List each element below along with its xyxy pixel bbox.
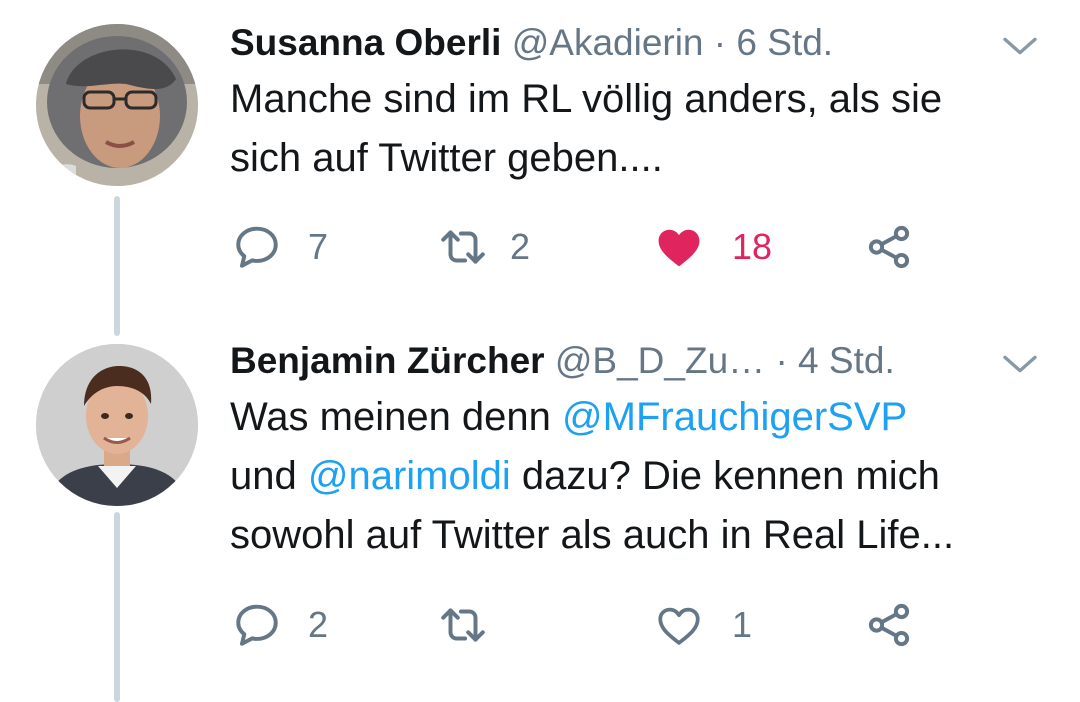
user-handle[interactable]: @B_D_Zu… (555, 340, 765, 381)
tweet-header: Susanna Oberli @Akadierin · 6 Std. (230, 20, 1040, 66)
avatar[interactable] (36, 344, 198, 506)
reply-icon (232, 600, 282, 650)
text-segment: dazu? Die kennen mich (510, 454, 940, 498)
separator: · (713, 22, 727, 63)
share-icon (864, 600, 914, 650)
share-button[interactable] (864, 600, 914, 650)
mention-link[interactable]: @narimoldi (308, 454, 511, 498)
tweet-text: Manche sind im RL völlig anders, als sie… (230, 70, 1040, 188)
tweet-text: Was meinen denn @MFrauchigerSVP und @nar… (230, 388, 1040, 565)
tweet[interactable]: Benjamin Zürcher @B_D_Zu… · 4 Std. Was m… (0, 330, 1080, 700)
tweet-thread: Susanna Oberli @Akadierin · 6 Std. Manch… (0, 0, 1080, 702)
retweet-button[interactable] (438, 600, 510, 650)
heart-filled-icon (654, 222, 704, 272)
avatar[interactable] (36, 24, 198, 186)
like-button[interactable]: 18 (654, 222, 772, 272)
chevron-down-icon[interactable] (1000, 26, 1040, 56)
retweet-count: 2 (510, 226, 531, 267)
tweet-actions: 7 2 18 (232, 222, 952, 272)
reply-button[interactable]: 7 (232, 222, 328, 272)
separator: · (775, 340, 788, 381)
heart-outline-icon (654, 600, 704, 650)
reply-count: 2 (308, 604, 329, 645)
tweet-text-line: Was meinen denn @MFrauchigerSVP (230, 388, 1040, 447)
like-count: 1 (732, 604, 753, 645)
display-name[interactable]: Susanna Oberli (230, 22, 501, 63)
reply-icon (232, 222, 282, 272)
user-handle[interactable]: @Akadierin (512, 22, 704, 63)
retweet-icon (438, 222, 488, 272)
reply-count: 7 (308, 226, 329, 267)
reply-button[interactable]: 2 (232, 600, 328, 650)
tweet-actions: 2 1 (232, 600, 952, 650)
share-icon (864, 222, 914, 272)
share-button[interactable] (864, 222, 914, 272)
text-segment: Was meinen denn (230, 395, 563, 439)
mention-link[interactable]: @MFrauchigerSVP (562, 395, 907, 439)
chevron-down-icon[interactable] (1000, 344, 1040, 374)
like-count: 18 (732, 226, 773, 267)
like-button[interactable]: 1 (654, 600, 752, 650)
tweet-text-line: Manche sind im RL völlig anders, als sie (230, 77, 943, 121)
tweet-text-line: und @narimoldi dazu? Die kennen mich (230, 447, 1040, 506)
display-name[interactable]: Benjamin Zürcher (230, 340, 545, 381)
timestamp[interactable]: 4 Std. (798, 340, 895, 381)
retweet-button[interactable]: 2 (438, 222, 530, 272)
text-segment: und (230, 454, 308, 498)
tweet-text-line: sich auf Twitter geben.... (230, 136, 663, 180)
timestamp[interactable]: 6 Std. (736, 22, 833, 63)
tweet-header: Benjamin Zürcher @B_D_Zu… · 4 Std. (230, 338, 1040, 384)
tweet-text-line: sowohl auf Twitter als auch in Real Life… (230, 513, 955, 557)
tweet[interactable]: Susanna Oberli @Akadierin · 6 Std. Manch… (0, 0, 1080, 330)
retweet-icon (438, 600, 488, 650)
